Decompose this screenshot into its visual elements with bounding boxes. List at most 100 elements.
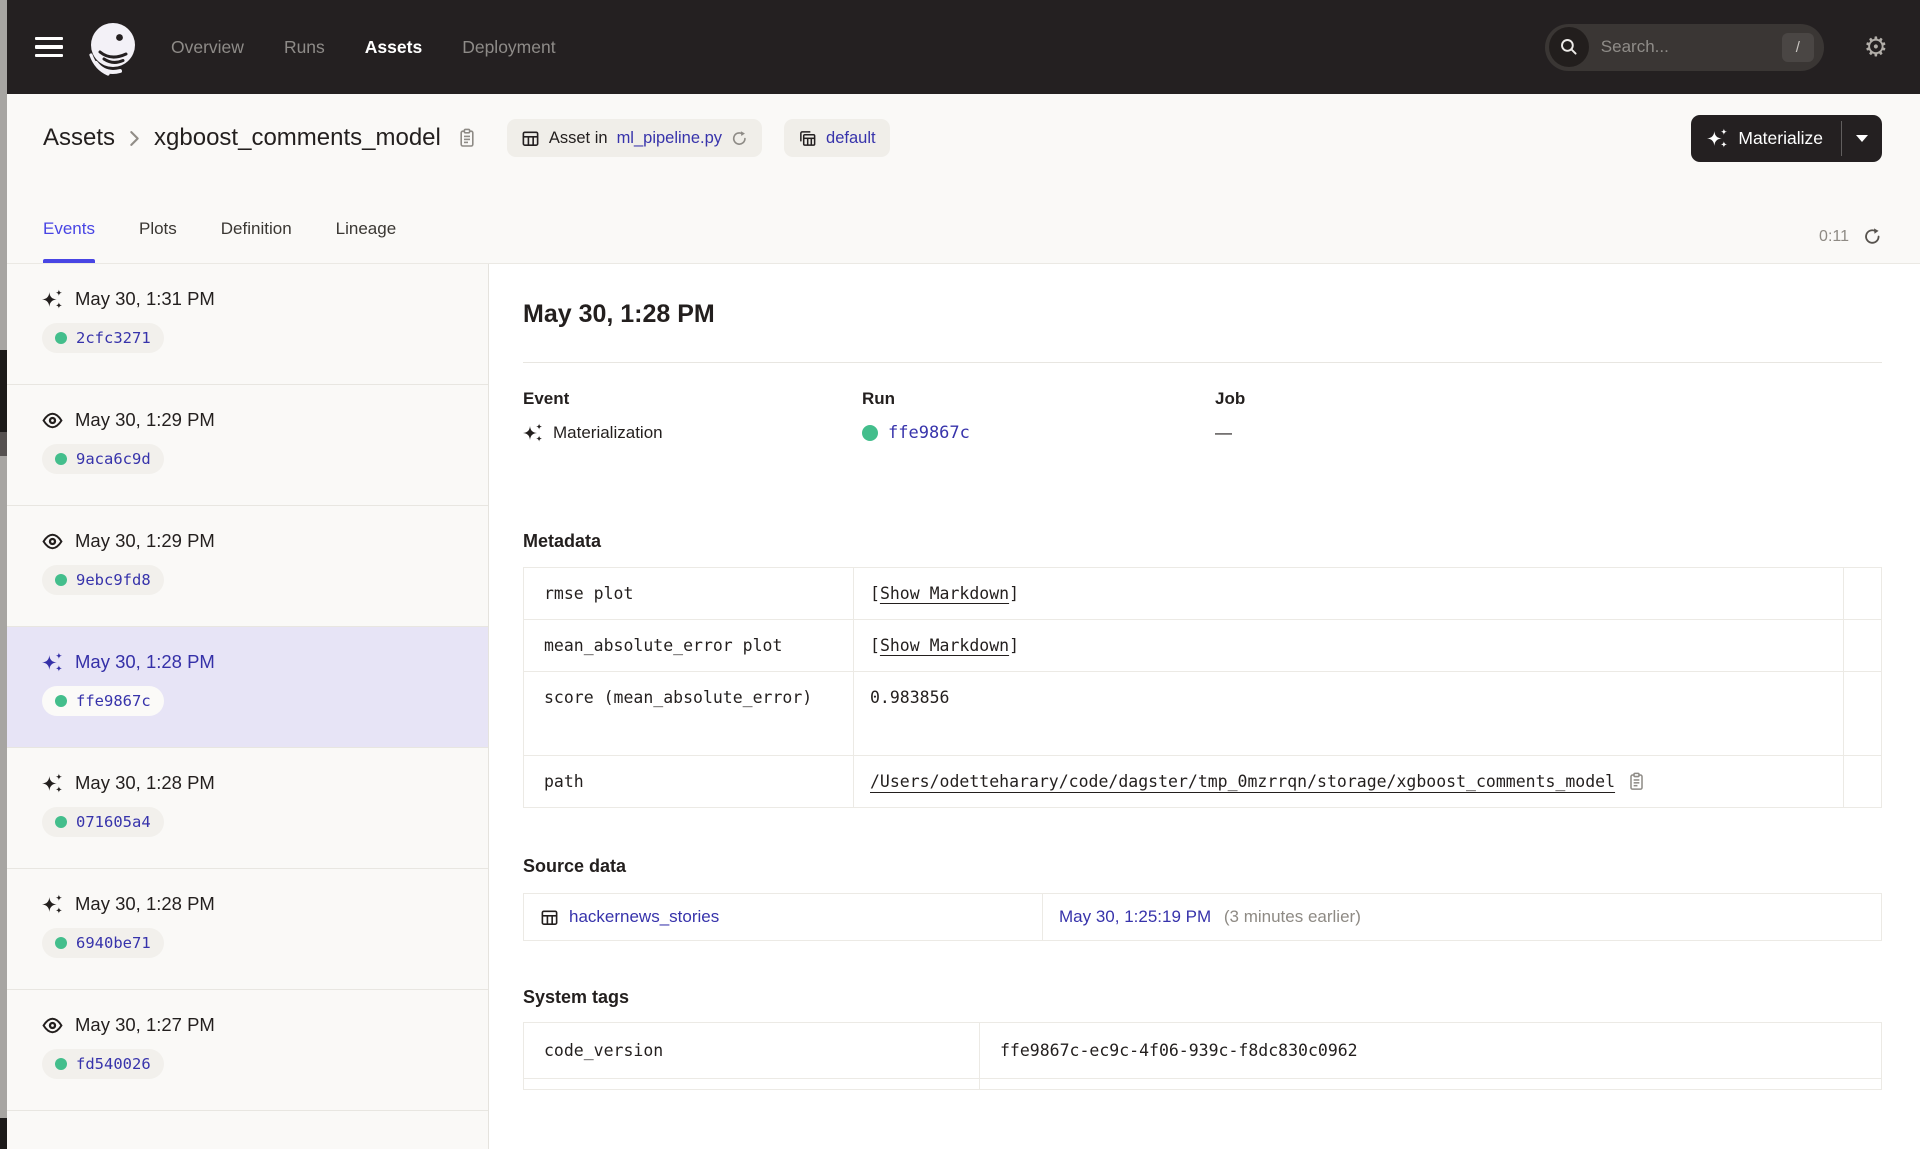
run-status-dot [55, 332, 67, 344]
observation-icon [42, 410, 63, 431]
run-id-link[interactable]: 2cfc3271 [76, 329, 151, 347]
metadata-actions-cell [1843, 671, 1882, 756]
system-tags-heading: System tags [523, 987, 630, 1007]
run-status-dot [55, 1058, 67, 1070]
search-input[interactable] [1600, 37, 1751, 57]
repository-link[interactable]: default [826, 129, 876, 148]
observation-icon [42, 531, 63, 552]
run-id-link[interactable]: 9aca6c9d [76, 450, 151, 468]
path-link[interactable]: /Users/odetteharary/code/dagster/tmp_0mz… [870, 772, 1615, 791]
materialize-button[interactable]: Materialize [1691, 115, 1841, 162]
observation-icon [42, 1015, 63, 1036]
asset-in-label: Asset in [548, 128, 608, 147]
refresh-timer: 0:11 [1819, 227, 1882, 246]
run-status-dot [55, 574, 67, 586]
copy-asset-name-icon[interactable] [457, 128, 477, 148]
table-row: rmse plot [Show Markdown] [523, 567, 1882, 620]
table-row: code_version ffe9867c-ec9c-4f06-939c-f8d… [523, 1022, 1882, 1079]
reload-location-icon[interactable] [731, 130, 748, 147]
table-row [523, 1078, 1882, 1090]
tab-lineage[interactable]: Lineage [336, 211, 397, 263]
materialize-dropdown-button[interactable] [1842, 115, 1882, 162]
run-id-tag[interactable]: ffe9867c [42, 686, 164, 716]
event-label: Event [523, 389, 570, 408]
source-data-heading: Source data [523, 856, 627, 876]
dagster-logo-icon [89, 23, 135, 76]
dagster-logo[interactable] [87, 21, 139, 81]
table-row: mean_absolute_error plot [Show Markdown] [523, 619, 1882, 672]
materialize-sparkle-icon [1707, 128, 1728, 149]
page-header: Assets xgboost_comments_model Asset in m… [0, 94, 1920, 263]
source-timestamp-link[interactable]: May 30, 1:25:19 PM [1059, 907, 1211, 926]
run-id-link[interactable]: 071605a4 [76, 813, 151, 831]
event-type-value: Materialization [553, 423, 663, 442]
event-detail-panel: May 30, 1:28 PM Event Materialization Ru… [489, 264, 1920, 1149]
show-markdown-link[interactable]: [Show Markdown] [870, 584, 1019, 603]
gear-icon[interactable]: ⚙ [1864, 33, 1888, 61]
event-time: May 30, 1:28 PM [75, 772, 215, 793]
run-id-link[interactable]: ffe9867c [76, 692, 151, 710]
run-id-tag[interactable]: 9aca6c9d [42, 444, 164, 474]
breadcrumb-assets-link[interactable]: Assets [43, 124, 115, 152]
run-id-tag[interactable]: 6940be71 [42, 928, 164, 958]
run-id-tag[interactable]: 071605a4 [42, 807, 164, 837]
table-row: hackernews_stories May 30, 1:25:19 PM (3… [523, 893, 1882, 941]
event-list-item[interactable]: May 30, 1:28 PM 071605a4 [0, 748, 488, 869]
event-list-item[interactable]: May 30, 1:27 PM fd540026 [0, 990, 488, 1111]
materialize-label: Materialize [1738, 127, 1823, 148]
divider [523, 362, 1882, 363]
repository-badge: default [784, 119, 890, 157]
run-status-dot [55, 816, 67, 828]
primary-nav: Overview Runs Assets Deployment [171, 37, 556, 58]
event-list-item[interactable]: May 30, 1:28 PM 6940be71 [0, 869, 488, 990]
hamburger-menu-icon[interactable] [35, 37, 63, 57]
metadata-actions-cell [1843, 567, 1882, 620]
source-asset-link[interactable]: hackernews_stories [540, 907, 1026, 927]
run-id-link[interactable]: fd540026 [76, 1055, 151, 1073]
event-list-sidebar: May 30, 1:31 PM 2cfc3271 May 30, 1:29 PM… [0, 264, 489, 1149]
metadata-score-value: 0.983856 [853, 671, 1844, 756]
tab-events[interactable]: Events [43, 211, 95, 263]
event-time: May 30, 1:29 PM [75, 530, 215, 551]
pipeline-file-link[interactable]: ml_pipeline.py [617, 129, 722, 148]
asset-grid-icon [540, 908, 559, 927]
search-icon-circle [1548, 27, 1589, 67]
tab-definition[interactable]: Definition [221, 211, 292, 263]
run-id-link[interactable]: ffe9867c [888, 423, 970, 443]
search-shortcut-badge: / [1781, 32, 1814, 62]
asset-grid-icon [521, 129, 540, 148]
run-id-tag[interactable]: 9ebc9fd8 [42, 565, 164, 595]
event-list-item[interactable]: May 30, 1:31 PM 2cfc3271 [0, 264, 488, 385]
top-nav: Overview Runs Assets Deployment / ⚙ [0, 0, 1920, 94]
run-label: Run [862, 389, 896, 408]
tab-plots[interactable]: Plots [139, 211, 177, 263]
nav-item-overview[interactable]: Overview [171, 37, 244, 58]
run-status-dot [55, 937, 67, 949]
show-markdown-link[interactable]: [Show Markdown] [870, 636, 1019, 655]
event-list-item[interactable]: May 30, 1:29 PM 9aca6c9d [0, 385, 488, 506]
event-time: May 30, 1:28 PM [75, 651, 215, 672]
nav-item-runs[interactable]: Runs [284, 37, 325, 58]
metadata-actions-cell [1843, 755, 1882, 808]
system-tag-value: ffe9867c-ec9c-4f06-939c-f8dc830c0962 [979, 1022, 1882, 1079]
page-title: xgboost_comments_model [154, 124, 441, 151]
run-id-link[interactable]: 6940be71 [76, 934, 151, 952]
event-list-item[interactable]: May 30, 1:29 PM 9ebc9fd8 [0, 506, 488, 627]
event-list-item-selected[interactable]: May 30, 1:28 PM ffe9867c [0, 627, 488, 748]
event-detail-title: May 30, 1:28 PM [523, 300, 715, 328]
nav-item-deployment[interactable]: Deployment [462, 37, 555, 58]
copy-path-icon[interactable] [1627, 772, 1646, 791]
metadata-key: rmse plot [523, 567, 854, 620]
metadata-key: score (mean_absolute_error) [523, 671, 854, 756]
global-search[interactable]: / [1544, 23, 1824, 71]
metadata-key: mean_absolute_error plot [523, 619, 854, 672]
event-time: May 30, 1:27 PM [75, 1014, 215, 1035]
run-id-link[interactable]: 9ebc9fd8 [76, 571, 151, 589]
refresh-icon[interactable] [1863, 227, 1882, 246]
search-icon [1560, 39, 1577, 55]
nav-item-assets[interactable]: Assets [365, 37, 422, 58]
run-id-tag[interactable]: 2cfc3271 [42, 323, 164, 353]
repository-grid-icon [798, 129, 817, 148]
chevron-down-icon [1856, 134, 1868, 142]
run-id-tag[interactable]: fd540026 [42, 1049, 164, 1079]
